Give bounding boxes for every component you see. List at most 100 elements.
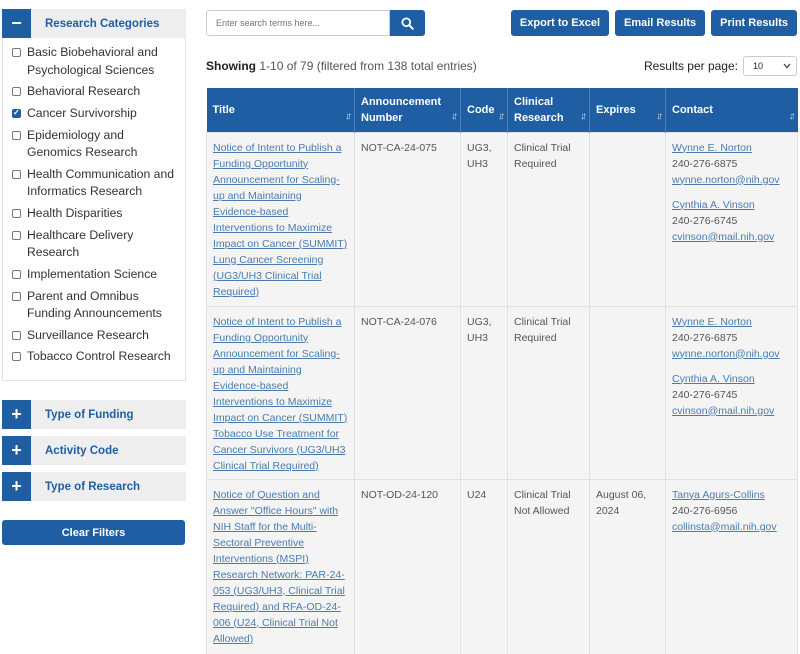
type-of-research-header[interactable]: + Type of Research [2,472,186,501]
cell-expires: August 06, 2024 [589,478,666,654]
export-excel-button[interactable]: Export to Excel [510,10,609,36]
checkbox-icon[interactable] [12,130,21,140]
category-item[interactable]: Healthcare Delivery Research [12,227,179,262]
category-item[interactable]: Parent and Omnibus Funding Announcements [12,288,179,323]
announcement-title-link[interactable]: Notice of Intent to Publish a Funding Op… [213,142,347,298]
cell-title: Notice of Intent to Publish a Funding Op… [206,131,355,307]
checkbox-icon[interactable] [12,48,21,57]
column-header-contact[interactable]: Contact ↓↑ [665,88,798,132]
sort-icon[interactable]: ↓↑ [345,109,352,125]
announcement-title-link[interactable]: Notice of Intent to Publish a Funding Op… [213,316,347,472]
checkbox-icon[interactable] [12,169,21,179]
checkbox-icon[interactable] [12,208,21,218]
category-item[interactable]: Implementation Science [12,266,179,284]
checkbox-icon[interactable] [12,87,21,97]
category-label[interactable]: Cancer Survivorship [27,105,137,123]
column-header-expires[interactable]: Expires ↓↑ [589,88,666,132]
cell-contact: Tanya Agurs-Collins 240-276-6956 collins… [665,478,798,654]
contact-name-link[interactable]: Cynthia A. Vinson [672,197,791,213]
checkbox-icon[interactable] [12,108,21,118]
contact-email-link[interactable]: cvinson@mail.nih.gov [672,229,791,245]
checkbox-icon[interactable] [12,330,21,340]
category-label[interactable]: Healthcare Delivery Research [27,227,179,262]
cell-title: Notice of Intent to Publish a Funding Op… [206,305,355,480]
table-row: Notice of Question and Answer "Office Ho… [206,478,798,654]
category-item[interactable]: Epidemiology and Genomics Research [12,127,179,162]
research-categories-header[interactable]: − Research Categories [2,9,186,38]
plus-icon[interactable]: + [2,436,31,465]
contact-block: Wynne E. Norton 240-276-6875 wynne.norto… [672,140,791,188]
clear-filters-button[interactable]: Clear Filters [2,520,185,545]
plus-icon[interactable]: + [2,400,31,429]
plus-icon[interactable]: + [2,472,31,501]
type-of-funding-header[interactable]: + Type of Funding [2,400,186,429]
research-categories-label: Research Categories [45,17,160,30]
category-label[interactable]: Surveillance Research [27,327,149,345]
announcement-title-link[interactable]: Notice of Question and Answer "Office Ho… [213,489,345,645]
cell-expires [589,305,666,480]
cell-expires [589,131,666,307]
category-item[interactable]: Surveillance Research [12,327,179,345]
checkbox-icon[interactable] [12,269,21,279]
column-header-announcement[interactable]: Announcement Number ↓↑ [354,88,461,132]
category-item[interactable]: Cancer Survivorship [12,105,179,123]
contact-email-link[interactable]: collinsta@mail.nih.gov [672,519,791,535]
column-header-clinical-research[interactable]: Clinical Research ↓↑ [507,88,590,132]
contact-email-link[interactable]: wynne.norton@nih.gov [672,346,791,362]
column-header-title[interactable]: Title ↓↑ [206,88,355,132]
cell-contact: Wynne E. Norton 240-276-6875 wynne.norto… [665,131,798,307]
cell-code: UG3, UH3 [460,305,508,480]
sort-icon[interactable]: ↓↑ [451,109,458,125]
category-item[interactable]: Basic Biobehavioral and Psychological Sc… [12,44,179,79]
contact-email-link[interactable]: wynne.norton@nih.gov [672,172,791,188]
search-button[interactable] [390,10,425,36]
contact-name-link[interactable]: Wynne E. Norton [672,314,791,330]
cell-code: UG3, UH3 [460,131,508,307]
column-header-code[interactable]: Code ↓↑ [460,88,508,132]
sort-icon[interactable]: ↓↑ [498,109,505,125]
checkbox-icon[interactable] [12,230,21,240]
showing-count: 1-10 of 79 (filtered from 138 total entr… [259,59,477,73]
dropdown-arrow-icon [783,63,791,69]
sort-icon[interactable]: ↓↑ [789,109,796,125]
category-item[interactable]: Health Disparities [12,205,179,223]
checkbox-icon[interactable] [12,352,21,362]
contact-phone: 240-276-6745 [672,214,738,227]
results-summary: Showing 1-10 of 79 (filtered from 138 to… [206,59,477,73]
print-results-button[interactable]: Print Results [711,10,797,36]
sort-icon[interactable]: ↓↑ [580,109,587,125]
checkbox-icon[interactable] [12,291,21,301]
category-label[interactable]: Implementation Science [27,266,157,284]
contact-phone: 240-276-6745 [672,388,738,401]
contact-block: Tanya Agurs-Collins 240-276-6956 collins… [672,487,791,535]
contact-name-link[interactable]: Cynthia A. Vinson [672,371,791,387]
category-label[interactable]: Basic Biobehavioral and Psychological Sc… [27,44,179,79]
activity-code-header[interactable]: + Activity Code [2,436,186,465]
sort-icon[interactable]: ↓↑ [656,109,663,125]
search-input[interactable] [206,10,390,36]
category-label[interactable]: Behavioral Research [27,83,140,101]
email-results-button[interactable]: Email Results [615,10,706,36]
table-header-row: Title ↓↑ Announcement Number ↓↑ Code ↓↑ Clin… [206,88,798,132]
category-label[interactable]: Health Communication and Informatics Res… [27,166,179,201]
category-label[interactable]: Health Disparities [27,205,123,223]
minus-icon[interactable]: − [2,9,31,38]
contact-block: Wynne E. Norton 240-276-6875 wynne.norto… [672,314,791,362]
contact-email-link[interactable]: cvinson@mail.nih.gov [672,403,791,419]
category-item[interactable]: Tobacco Control Research [12,348,179,366]
category-label[interactable]: Epidemiology and Genomics Research [27,127,179,162]
rpp-label: Results per page: [643,59,738,73]
cell-clinical: Clinical Trial Required [507,305,590,480]
type-of-research-label: Type of Research [45,480,141,493]
category-item[interactable]: Behavioral Research [12,83,179,101]
category-label[interactable]: Tobacco Control Research [27,348,171,366]
results-per-page: Results per page: 10 [644,56,797,76]
category-label[interactable]: Parent and Omnibus Funding Announcements [27,288,179,323]
activity-code-label: Activity Code [45,444,119,457]
contact-name-link[interactable]: Tanya Agurs-Collins [672,487,791,503]
rpp-select[interactable]: 10 [743,56,797,76]
contact-name-link[interactable]: Wynne E. Norton [672,140,791,156]
showing-label: Showing [206,59,256,73]
table-row: Notice of Intent to Publish a Funding Op… [206,131,798,307]
category-item[interactable]: Health Communication and Informatics Res… [12,166,179,201]
